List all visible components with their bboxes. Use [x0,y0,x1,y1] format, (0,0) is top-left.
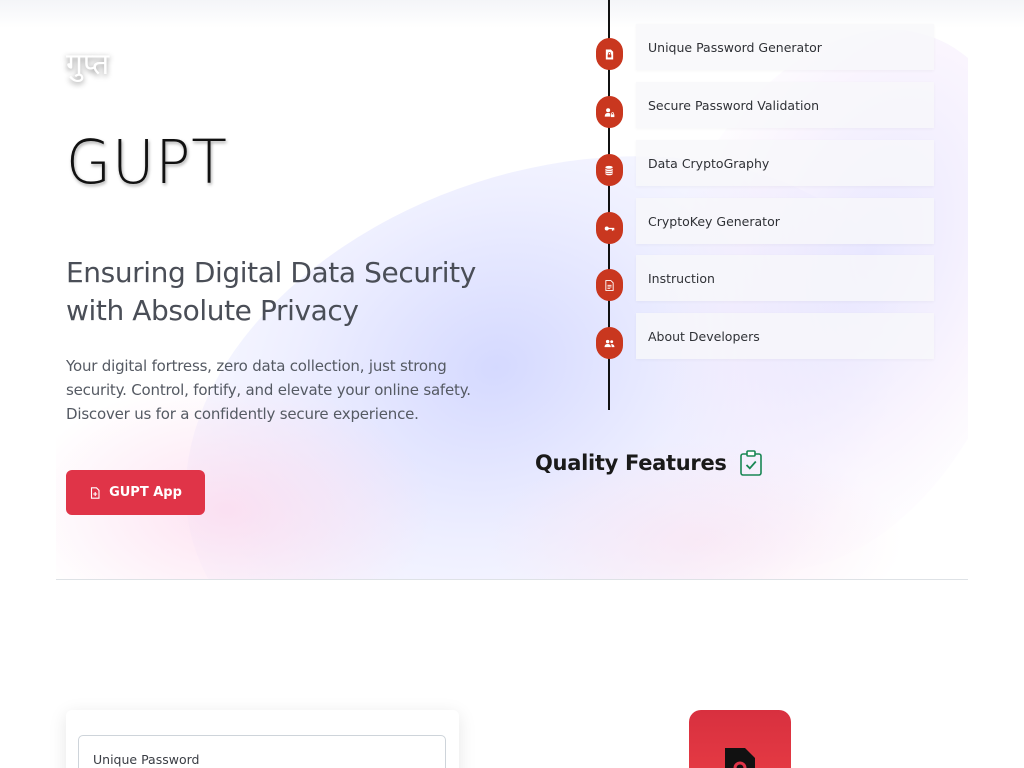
timeline-dot [596,327,623,359]
brand-title: GUPT [66,126,228,198]
user-lock-icon [604,107,615,117]
tagline-line: Ensuring Digital Data Security [66,256,476,289]
unique-password-field[interactable]: Unique Password [78,735,446,768]
feature-instruction[interactable]: Instruction [596,255,936,315]
hero-description: Your digital fortress, zero data collect… [66,357,471,423]
site-logo[interactable]: गुप्त [66,42,109,83]
feature-card: About Developers [636,313,934,359]
hero-tagline: Ensuring Digital Data Security with Abso… [66,254,536,330]
lock-file-icon [605,48,614,60]
timeline-dot [596,269,623,301]
key-icon [604,225,615,231]
feature-about-developers[interactable]: About Developers [596,313,936,373]
people-icon [604,339,615,347]
quality-features-heading: Quality Features [535,450,763,476]
timeline-dot [596,154,623,186]
password-generator-icon-tile [689,710,791,768]
feature-card: Data CryptoGraphy [636,140,934,186]
feature-card: Instruction [636,255,934,301]
database-icon [605,165,613,175]
document-icon [605,279,614,291]
file-plus-icon [91,486,100,499]
feature-label: Secure Password Validation [648,97,820,113]
feature-secure-password-validation[interactable]: Secure Password Validation [596,82,936,142]
gupt-app-button[interactable]: GUPT App [66,470,205,515]
file-lock-icon [725,748,755,768]
timeline-dot [596,96,623,128]
quality-features-title: Quality Features [535,451,727,475]
feature-label: Data CryptoGraphy [648,155,770,171]
password-generator-card: Unique Password [66,710,459,768]
feature-data-cryptography[interactable]: Data CryptoGraphy [596,140,936,200]
timeline-dot [596,38,623,70]
timeline-dot [596,212,623,244]
clipboard-check-icon [739,450,762,476]
tagline-line: with Absolute Privacy [66,294,359,327]
feature-card: CryptoKey Generator [636,198,934,244]
feature-cryptokey-generator[interactable]: CryptoKey Generator [596,198,936,258]
unique-password-label: Unique Password [93,752,200,767]
feature-label: CryptoKey Generator [648,213,780,229]
feature-unique-password-generator[interactable]: Unique Password Generator [596,24,936,84]
feature-label: Instruction [648,270,715,286]
hero-divider [56,579,968,580]
feature-card: Unique Password Generator [636,24,934,70]
feature-label: Unique Password Generator [648,39,822,55]
feature-label: About Developers [648,328,760,344]
feature-card: Secure Password Validation [636,82,934,128]
gupt-app-button-label: GUPT App [109,485,182,500]
